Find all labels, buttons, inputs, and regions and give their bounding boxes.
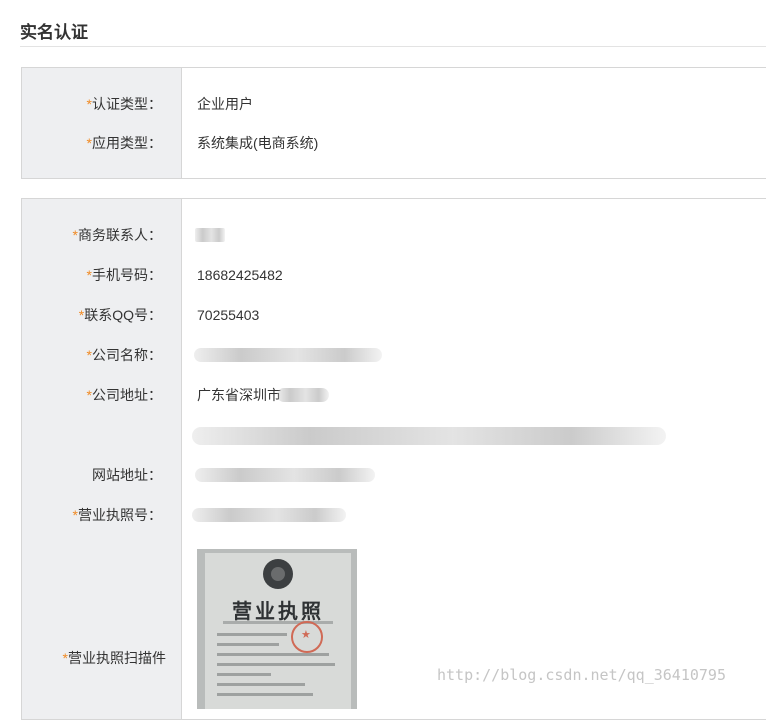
address-line2-redacted (192, 427, 666, 445)
website-redacted (195, 468, 375, 482)
license-text-line (217, 643, 279, 646)
qq-value: 70255403 (197, 307, 260, 323)
license-scan-row: *营业执照扫描件 (22, 648, 766, 668)
license-text-line (217, 633, 287, 636)
auth-type-label: *认证类型： (86, 96, 162, 112)
address-label: *公司地址： (86, 387, 162, 403)
official-seal-icon (291, 621, 323, 653)
license-text-line (217, 653, 329, 656)
license-no-redacted (192, 508, 346, 522)
license-scan-label: *营业执照扫描件 (62, 650, 166, 666)
license-text-line (217, 693, 313, 696)
auth-type-row: *认证类型： 企业用户 (22, 94, 766, 114)
contact-value-redacted (195, 228, 225, 242)
qq-label: *联系QQ号： (78, 307, 162, 323)
phone-row: *手机号码： 18682425482 (22, 265, 766, 285)
address-redacted (277, 388, 329, 402)
website-label: 网站地址： (92, 467, 162, 483)
national-emblem-icon (263, 559, 293, 589)
license-no-row: *营业执照号： (22, 505, 766, 525)
license-text-line (217, 683, 305, 686)
license-image-title: 营业执照 (232, 599, 324, 623)
auth-type-value: 企业用户 (197, 96, 253, 112)
app-type-label: *应用类型： (86, 135, 162, 151)
license-text-line (217, 673, 271, 676)
license-no-label: *营业执照号： (72, 507, 162, 523)
contact-label: *商务联系人： (72, 227, 162, 243)
license-text-line (217, 663, 335, 666)
contact-row: *商务联系人： (22, 225, 766, 245)
title-divider (20, 46, 766, 47)
app-type-value: 系统集成(电商系统) (197, 135, 319, 151)
website-row: 网站地址： (22, 465, 766, 485)
company-name-redacted (194, 348, 382, 362)
phone-value: 18682425482 (197, 267, 283, 283)
company-name-label: *公司名称： (86, 347, 162, 363)
company-name-row: *公司名称： (22, 345, 766, 365)
label-column (22, 68, 182, 178)
page-title: 实名认证 (20, 23, 88, 42)
phone-label: *手机号码： (86, 267, 162, 283)
app-type-row: *应用类型： 系统集成(电商系统) (22, 133, 766, 153)
business-license-image[interactable]: 营业执照 (197, 549, 357, 709)
company-info-panel: *商务联系人： *手机号码： 18682425482 *联系QQ号： 70255… (21, 198, 766, 720)
address-row: *公司地址： 广东省深圳市 (22, 385, 766, 405)
qq-row: *联系QQ号： 70255403 (22, 305, 766, 325)
address-value: 广东省深圳市 (197, 387, 281, 403)
auth-info-panel: *认证类型： 企业用户 *应用类型： 系统集成(电商系统) (21, 67, 766, 179)
license-paper: 营业执照 (205, 553, 351, 709)
watermark: http://blog.csdn.net/qq_36410795 (437, 666, 726, 684)
